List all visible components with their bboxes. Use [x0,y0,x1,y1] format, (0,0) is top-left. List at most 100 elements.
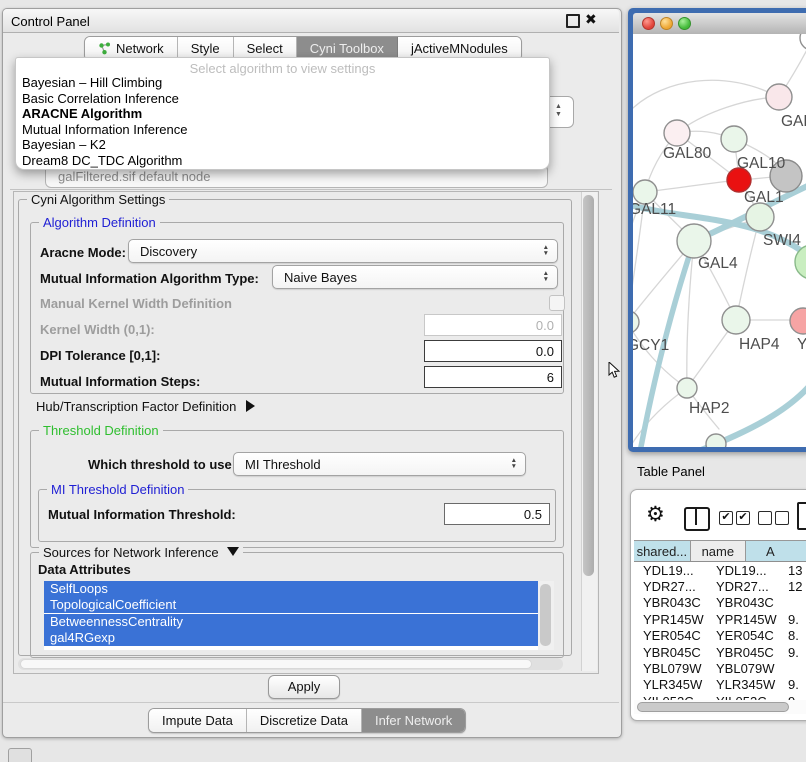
algorithm-option[interactable]: Basic Correlation Inference [22,91,179,106]
data-attributes-label: Data Attributes [38,562,131,577]
algorithm-option[interactable]: Dream8 DC_TDC Algorithm [22,153,182,168]
checked-checkbox-icon[interactable]: ✔ [719,511,733,525]
network-node-label: GAL10 [737,155,786,172]
network-node-label: GAL80 [663,145,712,162]
checked-checkbox-icon[interactable]: ✔ [736,511,750,525]
algorithm-option-selected[interactable]: ARACNE Algorithm [22,106,142,121]
network-node-label: HAP2 [689,400,730,417]
network-edge[interactable] [633,80,779,108]
control-panel-titlebar[interactable] [3,9,619,33]
list-item[interactable]: gal4RGexp [44,630,538,646]
network-node-gal4[interactable] [677,224,711,258]
close-traffic-light-icon[interactable] [642,17,655,30]
tab-discretize-data[interactable]: Discretize Data [247,709,362,732]
network-node-label: Y [797,336,806,353]
network-node-hap4[interactable] [722,306,750,334]
dpi-tolerance-label: DPI Tolerance [0,1]: [40,348,160,363]
network-icon [98,42,111,55]
vertical-scrollbar-thumb[interactable] [583,195,594,576]
algorithm-dropdown-list: Select algorithm to view settings Bayesi… [15,57,550,170]
list-item[interactable]: BetweennessCentrality [44,614,538,630]
manual-kernel-checkbox[interactable] [549,295,565,311]
unchecked-checkbox-icon[interactable] [758,511,772,525]
table-row[interactable]: YPR145WYPR145W9. [634,611,806,627]
table-body: YDL19...YDL19...13 YDR27...YDR27...12 YB… [634,562,806,710]
dpi-tolerance-field[interactable]: 0.0 [424,340,562,362]
minimize-traffic-light-icon[interactable] [660,17,673,30]
divider [10,189,612,190]
apply-button[interactable]: Apply [268,675,340,699]
inference-algorithm-combobox-fragment[interactable]: ▲▼ [548,96,574,128]
control-panel-title: Control Panel [11,14,90,29]
table-panel-title: Table Panel [637,464,705,479]
sources-title[interactable]: Sources for Network Inference [39,545,243,560]
unchecked-checkbox-icon[interactable] [775,511,789,525]
column-header-shared-name[interactable]: shared... [634,541,691,561]
network-node-gal10[interactable] [721,126,747,152]
kernel-width-field[interactable]: 0.0 [424,314,562,336]
list-item[interactable]: SelfLoops [44,581,538,597]
network-node-gal80[interactable] [664,120,690,146]
network-node-label: SWI4 [763,232,801,249]
tab-impute-data[interactable]: Impute Data [149,709,247,732]
list-item[interactable]: TopologicalCoefficient [44,597,538,613]
network-node-gcy1[interactable] [633,311,639,333]
network-node[interactable] [706,434,726,447]
which-threshold-combobox[interactable]: MI Threshold ▲▼ [233,452,526,476]
mi-threshold-label: Mutual Information Threshold: [48,507,236,522]
network-window-titlebar[interactable] [633,13,806,35]
mi-type-combobox[interactable]: Naive Bayes ▲▼ [272,265,558,289]
algorithm-option[interactable]: Bayesian – Hill Climbing [22,75,162,90]
network-node-label: GAL [781,113,806,130]
column-header-name[interactable]: name [691,541,746,561]
table-row[interactable]: YDR27...YDR27...12 [634,578,806,594]
threshold-definition-title: Threshold Definition [39,423,163,438]
table-row[interactable]: YLR345WYLR345W9. [634,677,806,693]
zoom-traffic-light-icon[interactable] [678,17,691,30]
stepper-arrows-icon: ▲▼ [543,271,549,283]
network-node-label: GCY1 [633,337,669,354]
network-node[interactable] [800,34,806,50]
network-node-gal[interactable] [766,84,792,110]
screen: Control Panel ✖ Network Style Select Cyn… [0,0,806,762]
gear-icon[interactable]: ⚙ [646,502,665,527]
collapse-down-icon [227,547,239,556]
table-header: shared... name A [634,540,806,562]
close-icon[interactable]: ✖ [585,11,597,28]
algorithm-option[interactable]: Bayesian – K2 [22,137,106,152]
aracne-mode-combobox[interactable]: Discovery ▲▼ [128,239,558,263]
horizontal-scrollbar-thumb[interactable] [20,659,532,669]
network-canvas-svg[interactable]: GALGAL80GAL10GAL1GAL11SWI4GAL4GCY1HAP4YH… [633,34,806,447]
bottom-tabbar: Impute Data Discretize Data Infer Networ… [148,708,466,733]
table-row[interactable]: YDL19...YDL19...13 [634,562,806,578]
table-horizontal-scrollbar-thumb[interactable] [637,702,789,712]
mi-threshold-field[interactable]: 0.5 [444,503,550,525]
column-header-partial[interactable]: A [746,541,806,561]
hub-definition-expander[interactable]: Hub/Transcription Factor Definition [36,399,255,414]
algorithm-option[interactable]: Mutual Information Inference [22,122,187,137]
stepper-arrows-icon: ▲▼ [555,103,562,119]
mi-steps-field[interactable]: 6 [424,366,562,388]
tab-infer-network[interactable]: Infer Network [362,709,465,732]
document-icon[interactable] [797,502,806,530]
float-window-icon[interactable] [566,14,580,28]
kernel-width-label: Kernel Width (0,1): [40,322,155,337]
network-node-y[interactable] [790,308,806,334]
docked-panel-icon[interactable] [8,748,32,762]
table-row[interactable]: YBR045CYBR045C9. [634,644,806,660]
table-row[interactable]: YBR043CYBR043C [634,595,806,611]
table-row[interactable]: YBL079WYBL079W [634,660,806,676]
manual-kernel-label: Manual Kernel Width Definition [40,296,232,311]
network-canvas[interactable]: GALGAL80GAL10GAL1GAL11SWI4GAL4GCY1HAP4YH… [633,34,806,447]
network-node-hap2[interactable] [677,378,697,398]
mi-threshold-definition-title: MI Threshold Definition [47,482,188,497]
split-columns-icon[interactable] [684,507,710,531]
network-edge[interactable] [645,180,739,192]
network-node-swi4[interactable] [746,203,774,231]
algorithm-definition-title: Algorithm Definition [39,215,160,230]
network-node-label: GAL4 [698,255,738,272]
list-scrollbar-thumb[interactable] [540,584,551,646]
table-row[interactable]: YER054CYER054C8. [634,628,806,644]
algorithm-dropdown-placeholder: Select algorithm to view settings [16,61,549,76]
mi-type-label: Mutual Information Algorithm Type: [40,271,259,286]
